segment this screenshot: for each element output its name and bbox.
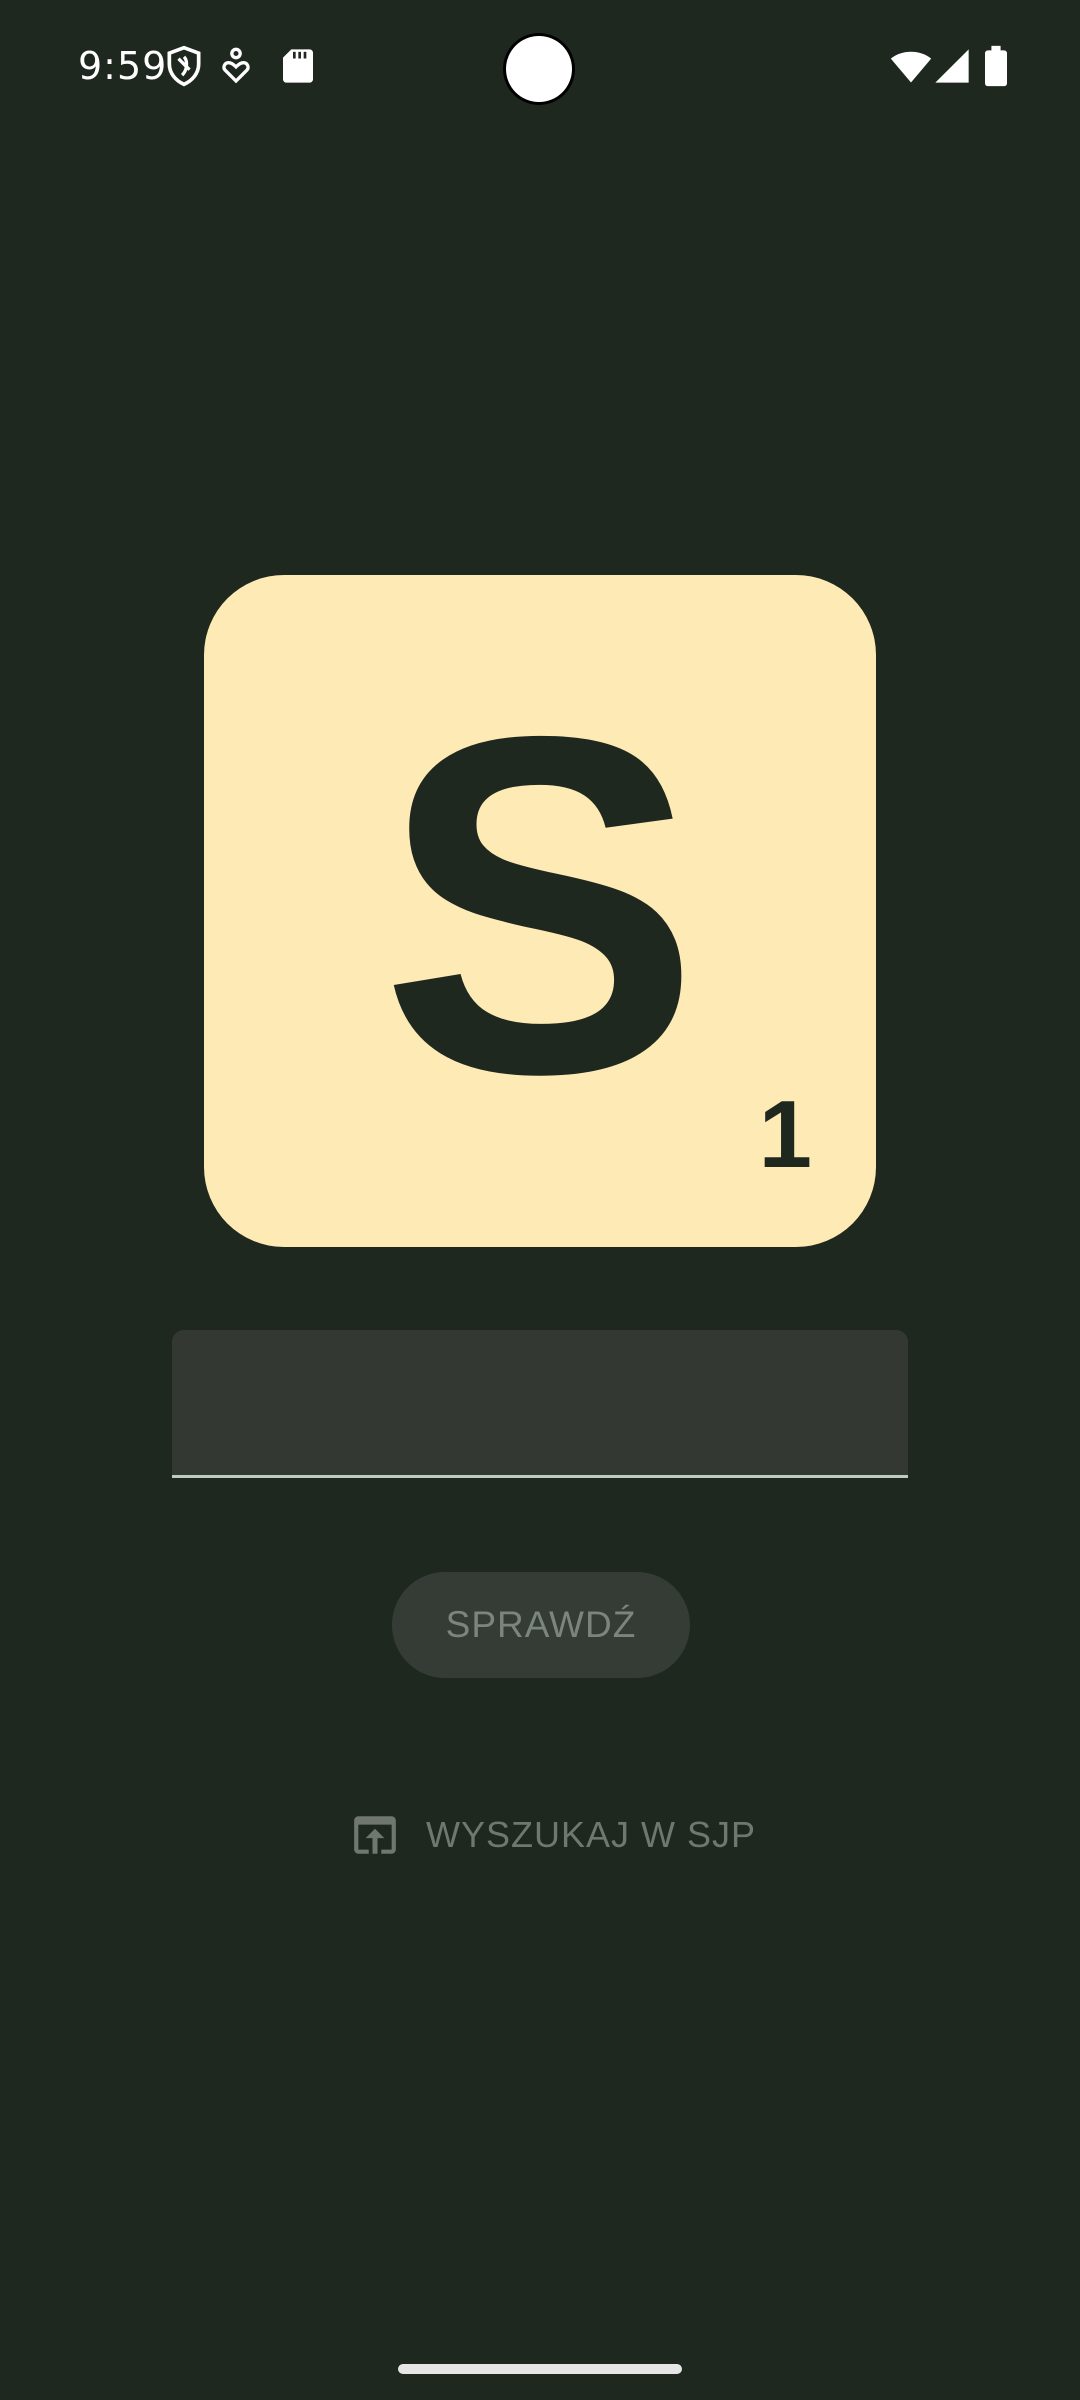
accessibility-icon [222, 47, 250, 84]
front-camera [506, 36, 572, 102]
status-time: 9:59 [78, 44, 168, 88]
word-input[interactable] [172, 1330, 908, 1475]
wifi-icon [890, 51, 932, 83]
tile-score: 1 [758, 1081, 812, 1188]
sd-card-icon [283, 49, 313, 83]
search-sjp-label: WYSZUKAJ W SJP [426, 1814, 757, 1855]
status-bar: 9:59 [0, 0, 1080, 140]
letter-tile: S 1 [204, 575, 876, 1247]
search-sjp-link[interactable]: WYSZUKAJ W SJP [350, 1810, 756, 1860]
word-input-field[interactable] [172, 1330, 908, 1478]
shield-icon [167, 45, 201, 87]
signal-icon [935, 49, 969, 83]
app-screen: 9:59 S 1 SPRAWDŹ WYSZUKAJ W SJP [0, 0, 1080, 2400]
open-in-icon [354, 1816, 396, 1854]
home-indicator[interactable] [398, 2364, 682, 2374]
battery-icon [985, 45, 1007, 87]
check-button[interactable]: SPRAWDŹ [392, 1572, 690, 1678]
